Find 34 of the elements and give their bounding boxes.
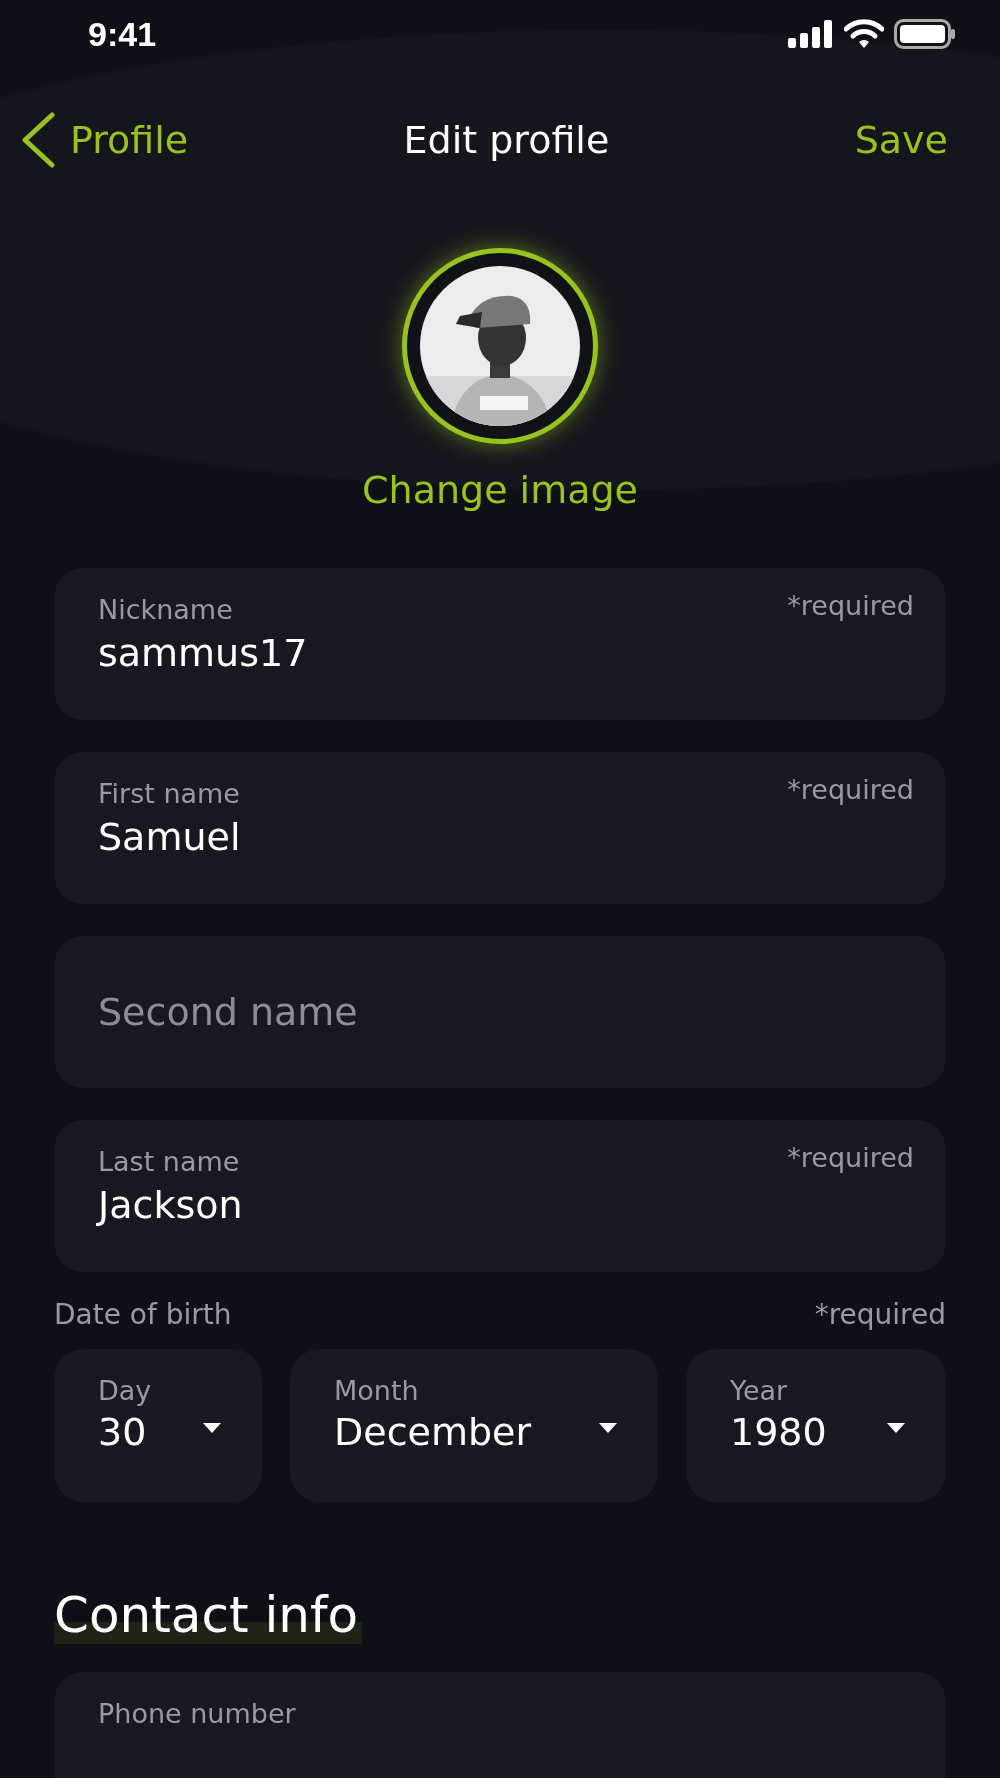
input-field[interactable]: Last name *required Jackson bbox=[54, 1120, 946, 1272]
caret-icon bbox=[202, 1421, 222, 1434]
input-field[interactable]: First name *required Samuel bbox=[54, 752, 946, 904]
status-time: 9:41 bbox=[88, 14, 157, 54]
wifi-icon bbox=[844, 19, 884, 49]
caret-icon bbox=[598, 1421, 618, 1434]
caret-icon bbox=[886, 1421, 906, 1434]
field-label: Last name bbox=[98, 1146, 240, 1177]
back-button[interactable]: Profile bbox=[20, 112, 189, 168]
dropdown[interactable]: Year 1980 bbox=[686, 1349, 946, 1502]
input-field[interactable]: Second name bbox=[54, 936, 946, 1088]
required-note: *required bbox=[787, 774, 914, 805]
screen-title: Edit profile bbox=[403, 118, 610, 162]
signal-icon bbox=[788, 20, 834, 48]
save-button[interactable]: Save bbox=[854, 118, 948, 162]
input-field[interactable]: Nickname *required sammus17 bbox=[54, 568, 946, 720]
dropdown[interactable]: Month December bbox=[290, 1349, 658, 1502]
change-image-link[interactable]: Change image bbox=[362, 468, 638, 512]
avatar-ring[interactable] bbox=[402, 248, 598, 444]
field-label: Date of birth bbox=[54, 1298, 232, 1331]
field-value: sammus17 bbox=[98, 631, 308, 675]
field-label: Phone number bbox=[98, 1698, 296, 1729]
required-note: *required bbox=[787, 590, 914, 621]
placeholder-text: Second name bbox=[98, 990, 358, 1034]
required-note: *required bbox=[787, 1142, 914, 1173]
battery-icon bbox=[894, 19, 956, 49]
required-note: *required bbox=[814, 1298, 946, 1331]
field-label: Nickname bbox=[98, 594, 233, 625]
field-label: First name bbox=[98, 778, 240, 809]
field-value: Jackson bbox=[98, 1183, 243, 1227]
input-field[interactable]: Phone number bbox=[54, 1672, 946, 1778]
dropdown[interactable]: Day 30 bbox=[54, 1349, 262, 1502]
field-value: Samuel bbox=[98, 815, 241, 859]
chevron-left-icon bbox=[20, 112, 56, 168]
